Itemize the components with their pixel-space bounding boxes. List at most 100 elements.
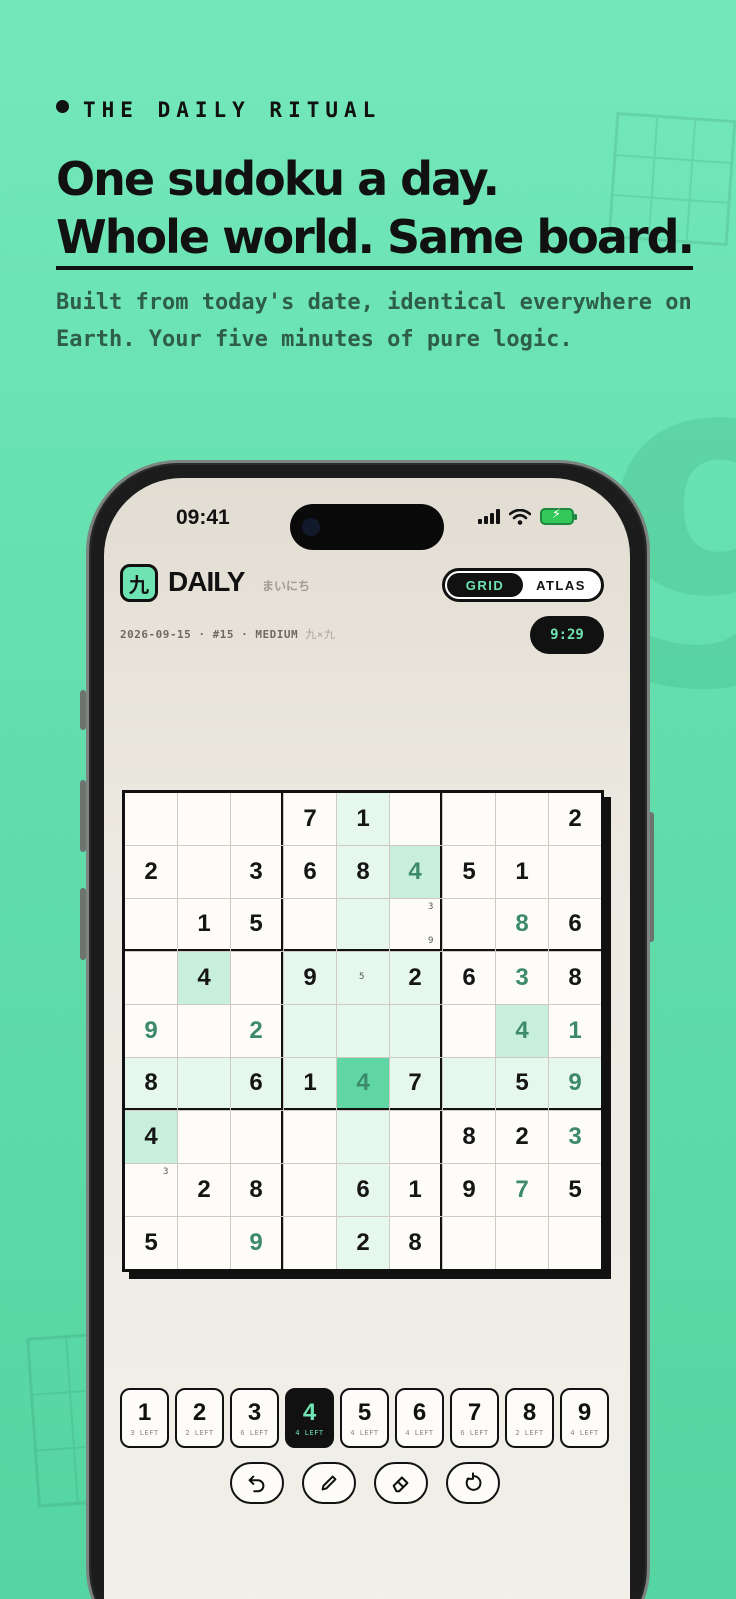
board-cell[interactable]: 6 <box>443 952 495 1004</box>
board-cell[interactable] <box>231 793 283 845</box>
board-cell[interactable]: 3 <box>125 1164 177 1216</box>
number-key-5[interactable]: 5 4 LEFT <box>340 1388 389 1448</box>
board-cell[interactable] <box>178 1058 230 1110</box>
board-cell[interactable] <box>178 1217 230 1269</box>
restart-button[interactable] <box>446 1462 500 1504</box>
board-cell[interactable] <box>390 1111 442 1163</box>
board-cell[interactable]: 5 <box>125 1217 177 1269</box>
board-cell[interactable]: 4 <box>337 1058 389 1110</box>
board-cell[interactable]: 39 <box>390 899 442 951</box>
view-toggle: GRID ATLAS <box>442 568 604 602</box>
board-cell[interactable] <box>284 899 336 951</box>
number-key-8[interactable]: 8 2 LEFT <box>505 1388 554 1448</box>
board-cell[interactable] <box>125 793 177 845</box>
board-cell[interactable] <box>390 793 442 845</box>
board-cell[interactable]: 8 <box>125 1058 177 1110</box>
board-cell[interactable] <box>231 952 283 1004</box>
board-cell[interactable]: 6 <box>337 1164 389 1216</box>
number-key-6[interactable]: 6 4 LEFT <box>395 1388 444 1448</box>
undo-button[interactable] <box>230 1462 284 1504</box>
toggle-atlas[interactable]: ATLAS <box>523 573 599 597</box>
board-cell[interactable]: 1 <box>549 1005 601 1057</box>
board-cell[interactable]: 7 <box>284 793 336 845</box>
board-cell[interactable]: 4 <box>125 1111 177 1163</box>
number-key-3[interactable]: 3 6 LEFT <box>230 1388 279 1448</box>
board-cell[interactable]: 7 <box>390 1058 442 1110</box>
board-cell[interactable] <box>496 1217 548 1269</box>
number-key-9[interactable]: 9 4 LEFT <box>560 1388 609 1448</box>
board-cell[interactable]: 9 <box>125 1005 177 1057</box>
board-cell[interactable] <box>284 1164 336 1216</box>
pencil-button[interactable] <box>302 1462 356 1504</box>
board-cell[interactable]: 1 <box>496 846 548 898</box>
board-cell[interactable] <box>284 1217 336 1269</box>
board-cell[interactable]: 4 <box>496 1005 548 1057</box>
board-cell[interactable]: 3 <box>549 1111 601 1163</box>
board-cell[interactable] <box>231 1111 283 1163</box>
board-cell[interactable] <box>178 1005 230 1057</box>
board-cell[interactable]: 2 <box>337 1217 389 1269</box>
board-cell[interactable]: 1 <box>178 899 230 951</box>
board-cell[interactable]: 8 <box>390 1217 442 1269</box>
board-cell[interactable]: 4 <box>390 846 442 898</box>
board-cell[interactable]: 1 <box>284 1058 336 1110</box>
board-cell[interactable] <box>178 793 230 845</box>
board-cell[interactable]: 2 <box>549 793 601 845</box>
eyebrow: THE DAILY RITUAL <box>56 98 381 122</box>
toggle-grid[interactable]: GRID <box>447 573 523 597</box>
board-cell[interactable]: 5 <box>443 846 495 898</box>
board-cell[interactable]: 2 <box>496 1111 548 1163</box>
board-cell[interactable]: 3 <box>231 846 283 898</box>
board-cell[interactable] <box>496 793 548 845</box>
board-cell[interactable]: 8 <box>337 846 389 898</box>
board-cell[interactable] <box>443 1217 495 1269</box>
board-cell[interactable] <box>178 846 230 898</box>
board-cell[interactable]: 8 <box>549 952 601 1004</box>
board-cell[interactable] <box>125 952 177 1004</box>
board-cell[interactable]: 4 <box>178 952 230 1004</box>
board-cell[interactable] <box>284 1111 336 1163</box>
board-cell[interactable] <box>443 1005 495 1057</box>
bullet-dot <box>56 99 69 113</box>
board-cell[interactable] <box>390 1005 442 1057</box>
board-cell[interactable]: 6 <box>231 1058 283 1110</box>
board-cell[interactable] <box>337 1111 389 1163</box>
board-cell[interactable]: 7 <box>496 1164 548 1216</box>
board-cell[interactable]: 1 <box>337 793 389 845</box>
timer-badge[interactable]: 9:29 <box>530 616 604 654</box>
board-cell[interactable] <box>549 1217 601 1269</box>
board-cell[interactable]: 8 <box>231 1164 283 1216</box>
board-cell[interactable]: 8 <box>496 899 548 951</box>
board-cell[interactable]: 6 <box>549 899 601 951</box>
board-cell[interactable] <box>337 899 389 951</box>
board-cell[interactable]: 2 <box>125 846 177 898</box>
board-cell[interactable] <box>284 1005 336 1057</box>
number-key-1[interactable]: 1 3 LEFT <box>120 1388 169 1448</box>
board-cell[interactable] <box>443 793 495 845</box>
number-key-7[interactable]: 7 6 LEFT <box>450 1388 499 1448</box>
board-cell[interactable]: 9 <box>549 1058 601 1110</box>
eraser-button[interactable] <box>374 1462 428 1504</box>
number-key-4[interactable]: 4 4 LEFT <box>285 1388 334 1448</box>
board-cell[interactable]: 1 <box>390 1164 442 1216</box>
board-cell[interactable]: 2 <box>390 952 442 1004</box>
board-cell[interactable]: 2 <box>231 1005 283 1057</box>
number-key-2[interactable]: 2 2 LEFT <box>175 1388 224 1448</box>
board-cell[interactable] <box>125 899 177 951</box>
board-cell[interactable]: 9 <box>284 952 336 1004</box>
board-cell[interactable]: 5 <box>231 899 283 951</box>
board-cell[interactable]: 6 <box>284 846 336 898</box>
board-cell[interactable]: 5 <box>337 952 389 1004</box>
board-cell[interactable] <box>337 1005 389 1057</box>
board-cell[interactable]: 8 <box>443 1111 495 1163</box>
board-cell[interactable]: 5 <box>496 1058 548 1110</box>
board-cell[interactable] <box>443 1058 495 1110</box>
board-cell[interactable] <box>549 846 601 898</box>
board-cell[interactable]: 9 <box>231 1217 283 1269</box>
board-cell[interactable]: 5 <box>549 1164 601 1216</box>
board-cell[interactable] <box>443 899 495 951</box>
board-cell[interactable] <box>178 1111 230 1163</box>
board-cell[interactable]: 2 <box>178 1164 230 1216</box>
board-cell[interactable]: 3 <box>496 952 548 1004</box>
board-cell[interactable]: 9 <box>443 1164 495 1216</box>
